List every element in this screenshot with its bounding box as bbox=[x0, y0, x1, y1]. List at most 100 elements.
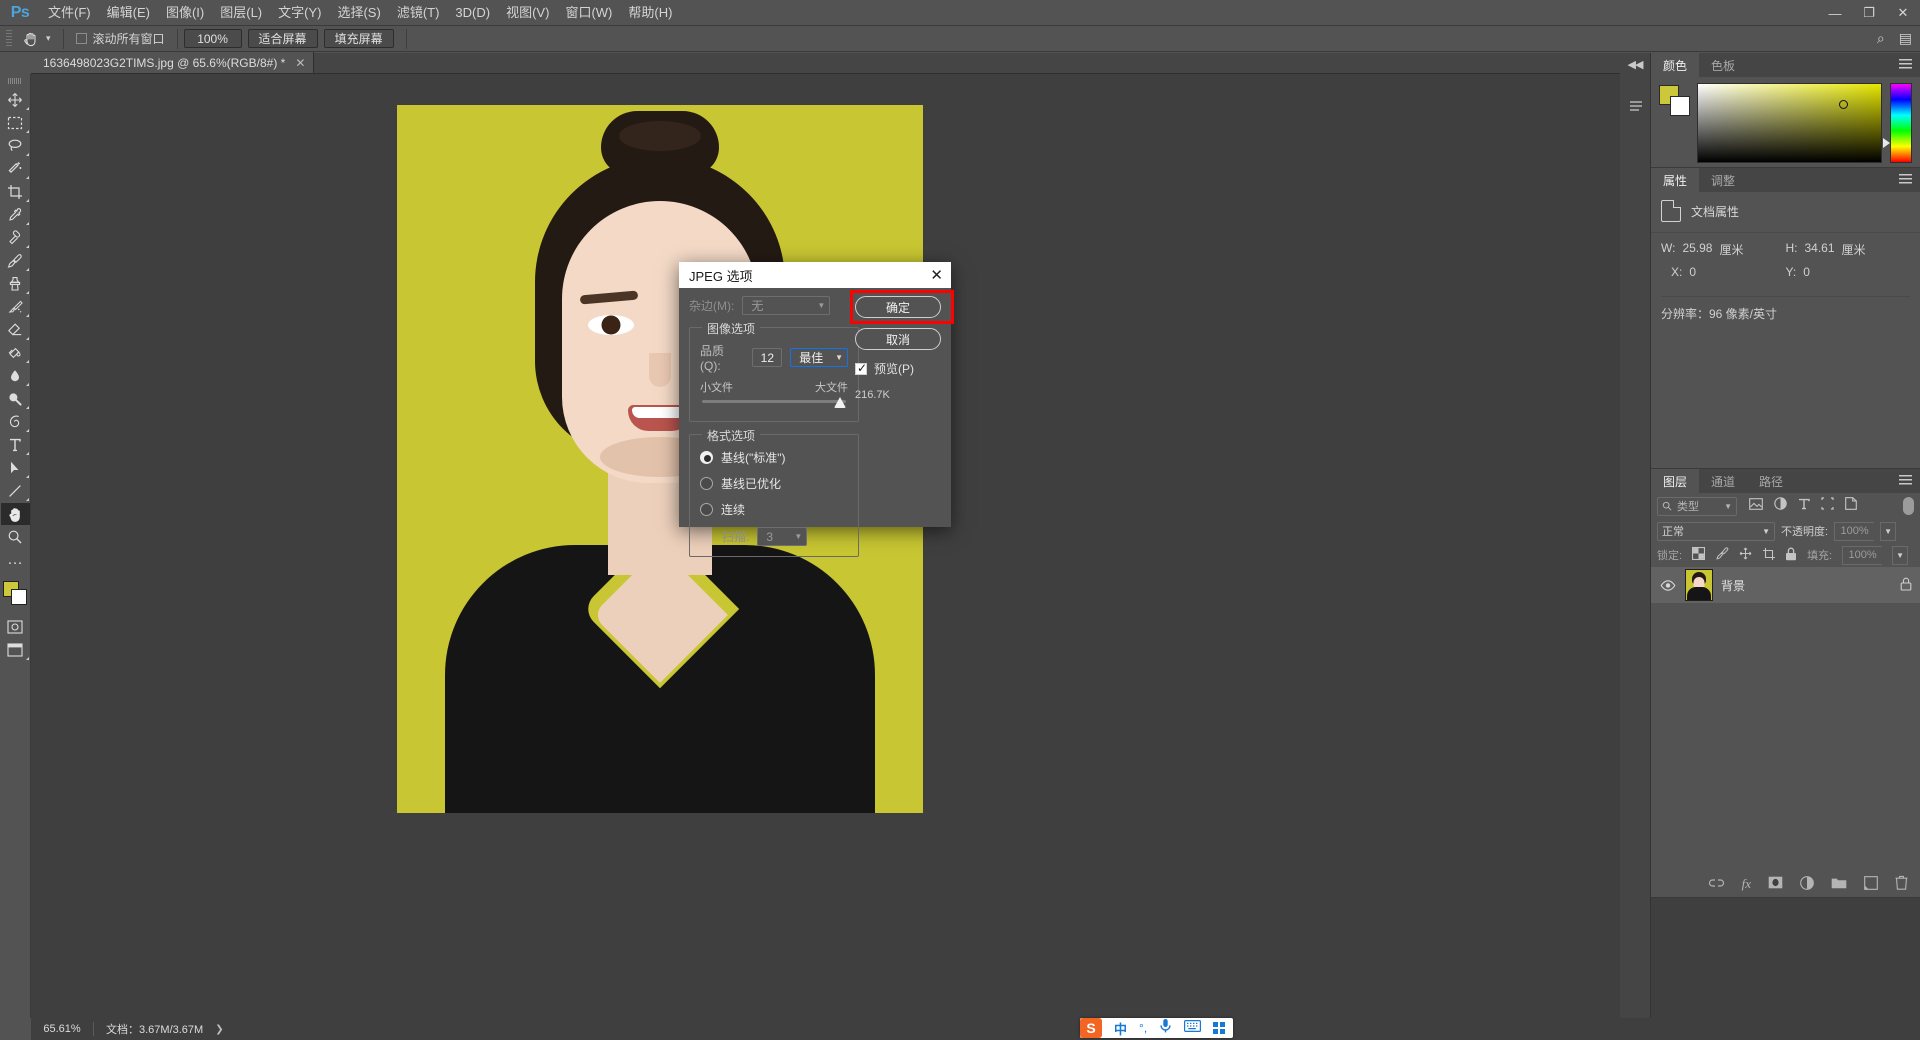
ime-apps-icon[interactable] bbox=[1213, 1022, 1226, 1034]
fit-screen-button[interactable]: 适合屏幕 bbox=[247, 29, 318, 48]
line-tool[interactable] bbox=[1, 480, 30, 502]
status-expand-icon[interactable]: ❯ bbox=[215, 1024, 223, 1035]
preview-checkbox[interactable]: 预览(P) bbox=[855, 360, 941, 377]
filter-enable-toggle[interactable] bbox=[1903, 497, 1914, 515]
tab-channels[interactable]: 通道 bbox=[1699, 469, 1747, 493]
lock-image-icon[interactable] bbox=[1715, 547, 1729, 563]
jpeg-options-dialog[interactable]: JPEG 选项 ✕ 杂边(M): 无 ▼ 图像选项 品质(Q): 12 最佳 ▼… bbox=[679, 262, 954, 557]
sogou-logo-icon[interactable]: S bbox=[1080, 1018, 1102, 1038]
screen-mode-toggle[interactable] bbox=[1, 639, 30, 661]
sogou-ime-toolbar[interactable]: S 中 °, bbox=[1080, 1018, 1234, 1038]
layer-locked-icon[interactable] bbox=[1900, 577, 1912, 594]
lock-position-icon[interactable] bbox=[1739, 547, 1752, 563]
lock-artboard-icon[interactable] bbox=[1762, 547, 1776, 563]
matte-combobox[interactable]: 无 ▼ bbox=[742, 296, 831, 315]
menu-file[interactable]: 文件(F) bbox=[40, 0, 99, 26]
cancel-button[interactable]: 取消 bbox=[855, 328, 941, 350]
lock-all-icon[interactable] bbox=[1785, 547, 1797, 564]
tool-preset-chevron-down-icon[interactable]: ▾ bbox=[44, 33, 57, 44]
new-group-icon[interactable] bbox=[1831, 876, 1847, 892]
radio-progressive[interactable]: 连续 bbox=[700, 501, 848, 518]
expand-panels-icon[interactable]: ◀◀ bbox=[1620, 53, 1650, 71]
tab-swatches[interactable]: 色板 bbox=[1699, 53, 1747, 77]
minimize-button[interactable]: — bbox=[1818, 0, 1852, 26]
fill-value[interactable]: 100% bbox=[1842, 545, 1883, 565]
filter-adjustment-icon[interactable] bbox=[1774, 497, 1787, 515]
quality-preset-combobox[interactable]: 最佳 ▼ bbox=[790, 348, 849, 367]
radio-baseline-standard[interactable]: 基线("标准") bbox=[700, 449, 848, 466]
history-panel-icon[interactable] bbox=[1620, 91, 1651, 121]
color-spectrum-field[interactable] bbox=[1697, 83, 1882, 163]
opacity-chevron-down-icon[interactable]: ▼ bbox=[1880, 521, 1897, 541]
dodge-tool[interactable] bbox=[1, 388, 30, 410]
filter-type-combobox[interactable]: 类型 ▼ bbox=[1657, 496, 1737, 516]
healing-brush-tool[interactable] bbox=[1, 227, 30, 249]
new-layer-icon[interactable] bbox=[1864, 875, 1878, 893]
menu-window[interactable]: 窗口(W) bbox=[557, 0, 620, 26]
panel-menu-icon[interactable] bbox=[1899, 59, 1912, 70]
workspace-icon[interactable]: ▤ bbox=[1899, 30, 1912, 47]
panel-menu-icon[interactable] bbox=[1899, 174, 1912, 185]
background-color-swatch[interactable] bbox=[11, 589, 27, 605]
brush-tool[interactable] bbox=[1, 250, 30, 272]
document-tab[interactable]: 1636498023G2TIMS.jpg @ 65.6%(RGB/8#) * ✕ bbox=[31, 52, 315, 73]
foreground-background-color[interactable] bbox=[2, 580, 28, 606]
eyedropper-tool[interactable] bbox=[1, 204, 30, 226]
dialog-close-icon[interactable]: ✕ bbox=[930, 268, 943, 283]
lasso-tool[interactable] bbox=[1, 135, 30, 157]
path-selection-tool[interactable] bbox=[1, 457, 30, 479]
more-tools-button[interactable]: … bbox=[1, 549, 30, 571]
history-brush-tool[interactable] bbox=[1, 296, 30, 318]
quality-slider[interactable] bbox=[700, 397, 848, 411]
blur-tool[interactable] bbox=[1, 365, 30, 387]
filter-type-text-icon[interactable] bbox=[1798, 497, 1810, 515]
height-value[interactable]: 34.61 bbox=[1805, 241, 1835, 258]
add-layer-mask-icon[interactable] bbox=[1768, 876, 1783, 892]
tab-paths[interactable]: 路径 bbox=[1747, 469, 1795, 493]
ime-microphone-icon[interactable] bbox=[1159, 1018, 1172, 1038]
menu-edit[interactable]: 编辑(E) bbox=[99, 0, 158, 26]
radio-baseline-optimized[interactable]: 基线已优化 bbox=[700, 475, 848, 492]
crop-tool[interactable] bbox=[1, 181, 30, 203]
lock-transparency-icon[interactable] bbox=[1692, 547, 1706, 563]
tab-color[interactable]: 颜色 bbox=[1651, 53, 1700, 77]
fill-chevron-down-icon[interactable]: ▼ bbox=[1892, 545, 1909, 565]
hue-slider[interactable] bbox=[1883, 83, 1912, 163]
y-value[interactable]: 0 bbox=[1803, 265, 1810, 279]
menu-type[interactable]: 文字(Y) bbox=[270, 0, 329, 26]
filter-smart-object-icon[interactable] bbox=[1845, 497, 1857, 515]
menu-filter[interactable]: 滤镜(T) bbox=[389, 0, 448, 26]
background-color-swatch[interactable] bbox=[1670, 96, 1690, 116]
scroll-all-windows-checkbox[interactable]: 滚动所有窗口 bbox=[70, 30, 171, 47]
menu-select[interactable]: 选择(S) bbox=[329, 0, 388, 26]
type-tool[interactable] bbox=[1, 434, 30, 456]
layer-row-background[interactable]: 背景 bbox=[1651, 567, 1920, 603]
hand-tool-icon[interactable] bbox=[18, 28, 44, 50]
panel-menu-icon[interactable] bbox=[1899, 475, 1912, 486]
quick-mask-toggle[interactable] bbox=[1, 616, 30, 638]
fill-screen-button[interactable]: 填充屏幕 bbox=[323, 29, 394, 48]
marquee-tool[interactable] bbox=[1, 112, 30, 134]
add-adjustment-layer-icon[interactable] bbox=[1800, 875, 1814, 893]
color-swatches[interactable] bbox=[1659, 85, 1690, 116]
ime-punctuation-icon[interactable]: °, bbox=[1139, 1021, 1147, 1035]
blend-mode-combobox[interactable]: 正常 ▼ bbox=[1657, 521, 1775, 541]
layer-name[interactable]: 背景 bbox=[1721, 577, 1745, 594]
zoom-100-button[interactable]: 100% bbox=[183, 29, 242, 48]
search-icon[interactable]: ⌕ bbox=[1877, 30, 1885, 47]
menu-3d[interactable]: 3D(D) bbox=[447, 0, 498, 26]
filter-pixel-icon[interactable] bbox=[1749, 497, 1763, 515]
width-value[interactable]: 25.98 bbox=[1682, 241, 1712, 258]
scans-combobox[interactable]: 3 ▼ bbox=[757, 527, 808, 546]
eraser-tool[interactable] bbox=[1, 319, 30, 341]
maximize-button[interactable]: ❐ bbox=[1852, 0, 1886, 26]
close-icon[interactable]: ✕ bbox=[295, 56, 305, 70]
tab-layers[interactable]: 图层 bbox=[1651, 469, 1700, 493]
gradient-tool[interactable] bbox=[1, 342, 30, 364]
tab-adjustments[interactable]: 调整 bbox=[1699, 168, 1747, 192]
ime-mode-chinese[interactable]: 中 bbox=[1114, 1019, 1127, 1038]
layer-visibility-eye-icon[interactable] bbox=[1659, 579, 1677, 591]
zoom-level[interactable]: 65.61% bbox=[31, 1023, 93, 1035]
x-value[interactable]: 0 bbox=[1689, 265, 1696, 279]
zoom-tool[interactable] bbox=[1, 526, 30, 548]
